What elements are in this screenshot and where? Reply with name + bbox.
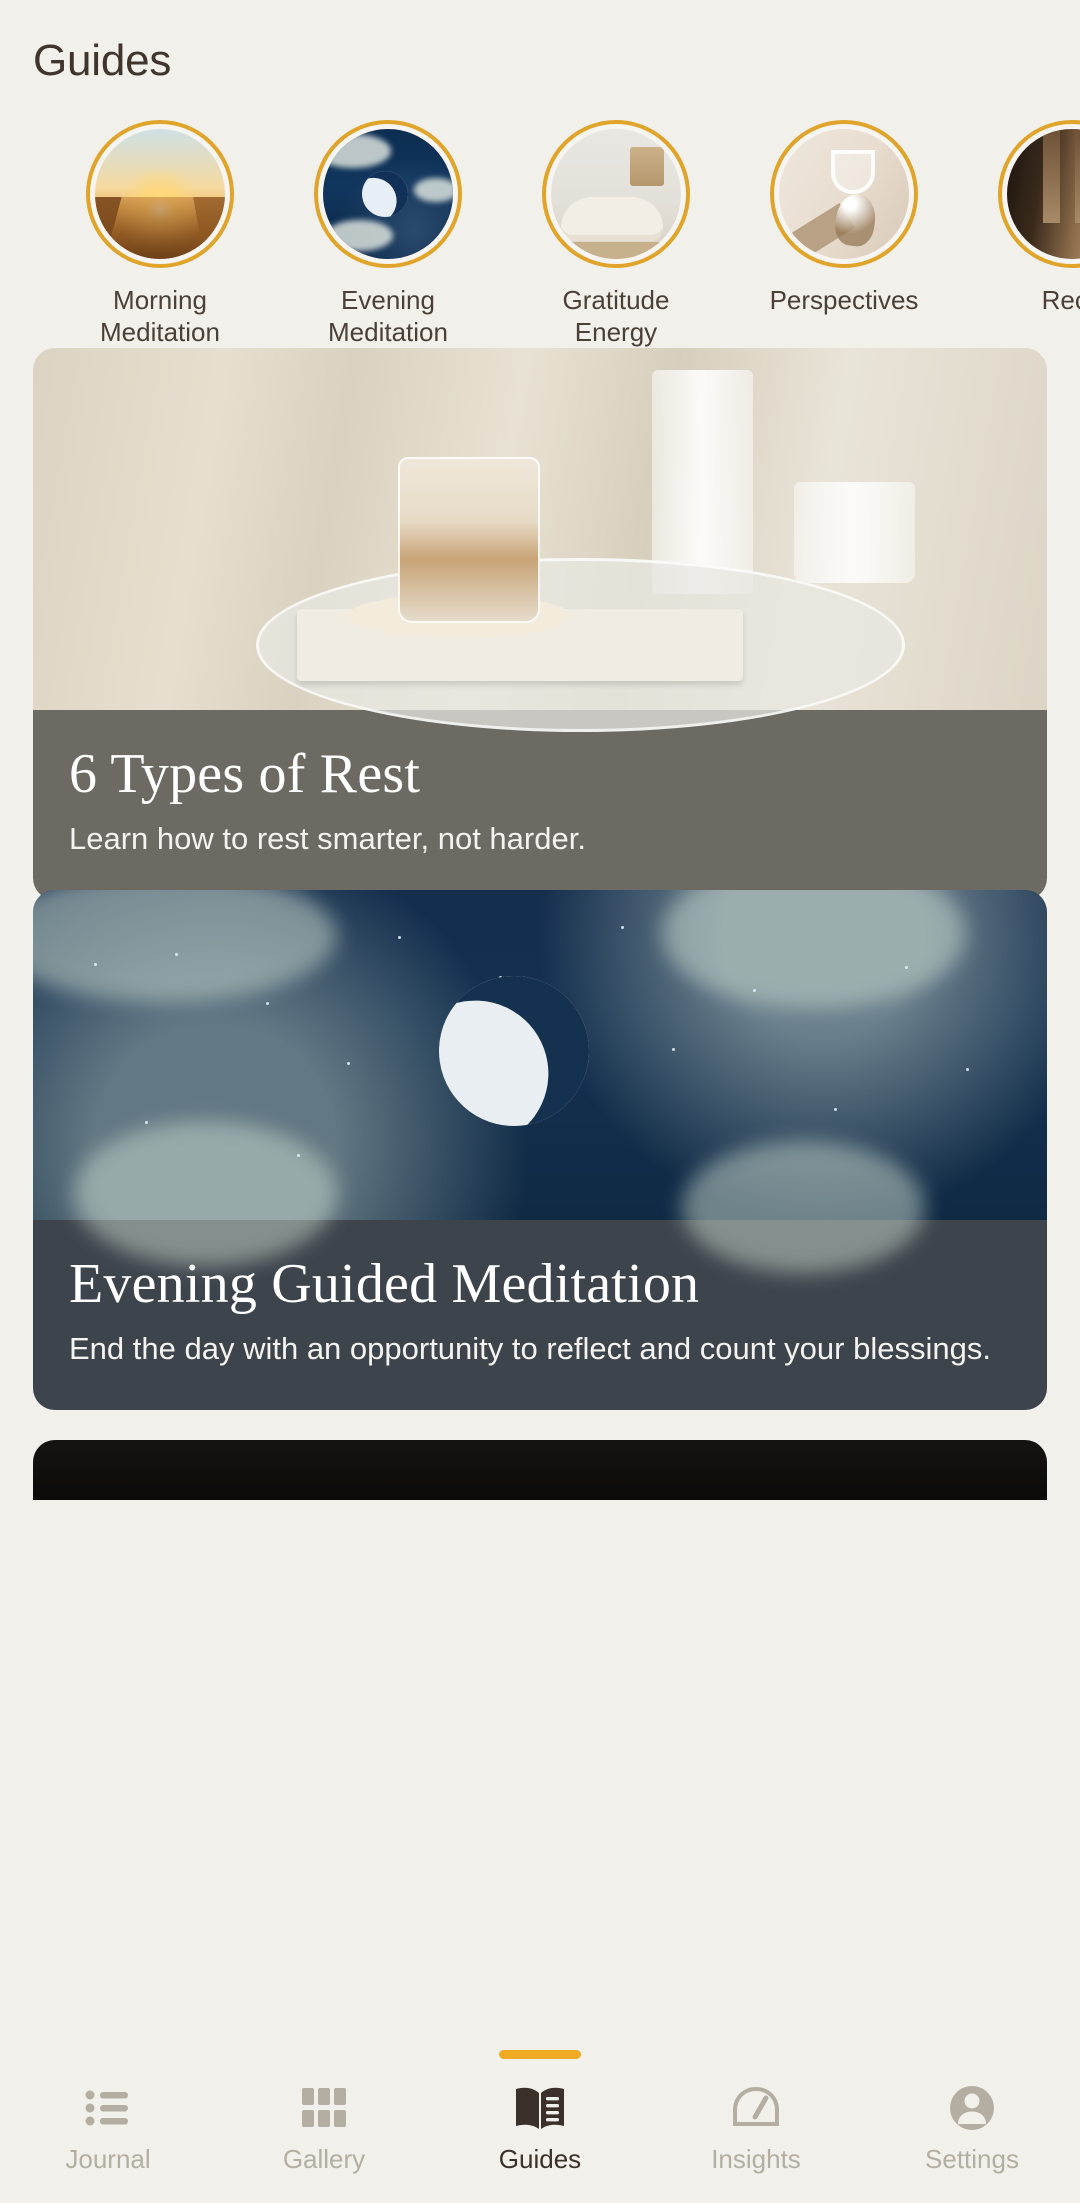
category-label: Perspectives xyxy=(769,285,919,315)
tab-guides[interactable]: Guides xyxy=(432,2050,648,2203)
category-ring xyxy=(86,120,234,268)
category-item-gratitude-energy[interactable]: Gratitude Energy xyxy=(502,120,730,348)
tab-gallery[interactable]: Gallery xyxy=(216,2060,432,2203)
tab-label: Gallery xyxy=(282,2144,366,2174)
night-sky-thumbnail-icon xyxy=(323,129,453,259)
card-subtitle: End the day with an opportunity to refle… xyxy=(69,1331,991,1366)
category-item-recommendations[interactable]: Reco xyxy=(958,120,1080,316)
category-item-morning-meditation[interactable]: Morning Meditation xyxy=(46,120,274,348)
tab-insights[interactable]: Insights xyxy=(648,2060,864,2203)
coffee-glass-table-photo xyxy=(33,348,1047,732)
guide-card-6-types-of-rest[interactable]: 6 Types of Rest Learn how to rest smarte… xyxy=(33,348,1047,900)
category-label: Gratitude Energy xyxy=(562,285,670,347)
living-room-thumbnail-icon xyxy=(551,129,681,259)
list-icon xyxy=(85,2082,131,2134)
page-title: Guides xyxy=(33,36,172,85)
gauge-icon xyxy=(731,2082,781,2134)
category-label: Reco xyxy=(1041,285,1080,315)
card-subtitle: Learn how to rest smarter, not harder. xyxy=(69,821,586,856)
person-icon xyxy=(947,2082,997,2134)
bottom-tab-bar[interactable]: Journal Gallery Guides Insights Settings xyxy=(0,2050,1080,2203)
category-label: Morning Meditation xyxy=(100,285,220,347)
tab-settings[interactable]: Settings xyxy=(864,2060,1080,2203)
glassware-thumbnail-icon xyxy=(779,129,909,259)
category-ring xyxy=(770,120,918,268)
category-item-evening-meditation[interactable]: Evening Meditation xyxy=(274,120,502,348)
category-ring xyxy=(314,120,462,268)
archway-thumbnail-icon xyxy=(1007,129,1080,259)
category-label: Evening Meditation xyxy=(328,285,448,347)
crescent-moon-night-sky-photo xyxy=(33,890,1047,1273)
guide-card-evening-guided-meditation[interactable]: Evening Guided Meditation End the day wi… xyxy=(33,890,1047,1410)
sunrise-thumbnail-icon xyxy=(95,129,225,259)
active-tab-indicator xyxy=(499,2050,581,2059)
card-caption: 6 Types of Rest Learn how to rest smarte… xyxy=(33,710,1047,900)
tab-label: Guides xyxy=(498,2144,582,2174)
tab-label: Journal xyxy=(65,2144,151,2174)
card-title: 6 Types of Rest xyxy=(69,743,421,805)
tab-label: Insights xyxy=(711,2144,801,2174)
guide-card-next-partial[interactable] xyxy=(33,1440,1047,1500)
tab-label: Settings xyxy=(925,2144,1019,2174)
open-book-icon xyxy=(513,2082,567,2134)
category-ring xyxy=(998,120,1080,268)
tab-journal[interactable]: Journal xyxy=(0,2060,216,2203)
category-ring xyxy=(542,120,690,268)
grid-icon xyxy=(301,2082,347,2134)
category-item-perspectives[interactable]: Perspectives xyxy=(730,120,958,316)
